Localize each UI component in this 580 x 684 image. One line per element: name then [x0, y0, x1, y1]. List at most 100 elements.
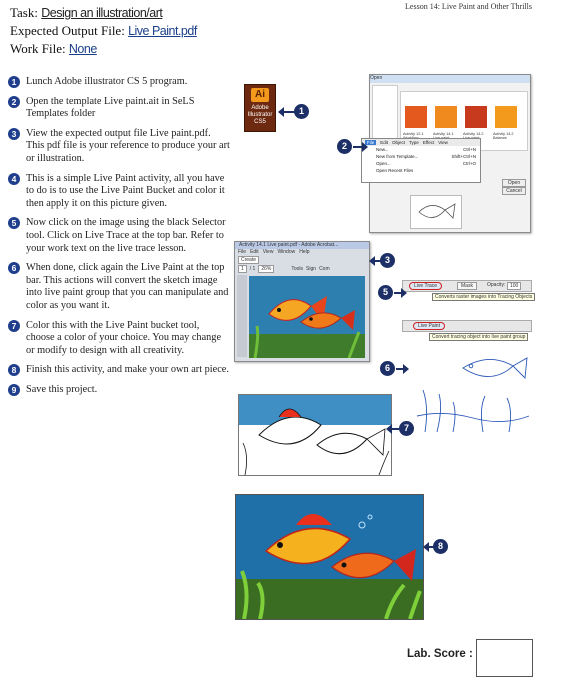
preview-thumbnail [410, 195, 462, 229]
lab-score-label: Lab. Score : [407, 648, 473, 660]
acrobat-toolbar: Create [235, 255, 369, 264]
menu-edit[interactable]: Edit [250, 249, 259, 255]
step-number: 3 [8, 127, 20, 140]
menu-item-shortcut: Ctrl+N [463, 147, 476, 152]
steps-list: 1 Lunch Adobe illustrator CS 5 program. 2… [8, 76, 230, 403]
task-line: Task: Design an illustration/art [10, 4, 197, 22]
step-7: 7 Color this with the Live Paint bucket t… [8, 319, 230, 358]
menu-item-shortcut: Ctrl+O [462, 161, 476, 166]
final-illustration [236, 495, 423, 619]
live-trace-toolbar: Live Trace Mask Opacity: 100 [402, 280, 532, 292]
step-8: 8 Finish this activity, and make your own… [8, 364, 230, 377]
dialog-title: Open [370, 75, 530, 83]
menu-item-open-recent[interactable]: Open Recent Files [372, 167, 480, 174]
menu-window[interactable]: Window [277, 249, 295, 255]
acrobat-nav-toolbar: 1 / 1 26% Tools Sign Com [235, 264, 369, 273]
acrobat-title: Activity 14.1 Live paint.pdf - Adobe Acr… [235, 242, 369, 249]
menu-view[interactable]: View [263, 249, 274, 255]
step-text: Open the template Live paint.ait in SeLS… [26, 95, 195, 120]
tab-tools[interactable]: Tools [291, 266, 303, 272]
step-number: 7 [8, 319, 20, 332]
file-icon[interactable] [435, 106, 457, 128]
file-label: Activity 14.2 Balance [493, 132, 514, 140]
menu-item-new[interactable]: New... Ctrl+N [372, 146, 480, 153]
task-block: Task: Design an illustration/art Expecte… [10, 4, 197, 58]
final-colored-fish-image [235, 494, 424, 620]
expected-output-link[interactable]: Live Paint.pdf [128, 24, 197, 38]
menu-item-label: Open Recent Files [376, 168, 414, 173]
menu-type[interactable]: Type [409, 140, 419, 145]
step-number: 8 [8, 364, 20, 377]
menu-item-label: Open... [376, 161, 391, 166]
menu-help[interactable]: Help [299, 249, 309, 255]
tab-comment[interactable]: Com [319, 266, 330, 272]
mask-button[interactable]: Mask [457, 282, 477, 290]
step-text: Save this project. [26, 383, 98, 395]
menu-object[interactable]: Object [392, 140, 405, 145]
expected-output-line: Expected Output File: Live Paint.pdf [10, 22, 197, 40]
live-paint-button[interactable]: Live Paint [413, 322, 445, 330]
step-text: Lunch Adobe illustrator CS 5 program. [26, 76, 188, 87]
step-2: 2 Open the template Live paint.ait in SeL… [8, 95, 230, 121]
callout-3: 3 [380, 253, 395, 268]
menu-item-open[interactable]: Open... Ctrl+O [372, 160, 480, 167]
step-1: 1 Lunch Adobe illustrator CS 5 program. [8, 76, 230, 89]
callout-8: 8 [433, 539, 448, 554]
partially-colored-fish-image [238, 394, 392, 476]
file-icon[interactable] [465, 106, 487, 128]
live-paint-toolbar: Live Paint [402, 320, 532, 332]
menu-file[interactable]: File [238, 249, 246, 255]
create-button[interactable]: Create [238, 255, 260, 264]
live-paint-sketch [413, 346, 531, 432]
menu-item-new-from-template[interactable]: New from Template... Shift+Ctrl+N [372, 153, 480, 160]
file-icon[interactable] [495, 106, 517, 128]
page-total: / 1 [249, 265, 256, 272]
acrobat-document-view [249, 276, 365, 358]
arrow-icon [353, 142, 368, 152]
step-3: 3 View the expected output file Live pain… [8, 127, 230, 166]
step-number: 6 [8, 262, 20, 275]
callout-6: 6 [380, 361, 395, 376]
menu-effect[interactable]: Effect [423, 140, 434, 145]
ai-caption: Adobe Illustrator CS5 [247, 105, 273, 125]
open-button[interactable]: Open [502, 179, 526, 187]
tab-sign[interactable]: Sign [306, 266, 316, 272]
callout-1: 1 [294, 104, 309, 119]
page-number-field[interactable]: 1 [238, 264, 247, 273]
menu-item-label: New from Template... [376, 154, 419, 159]
step-text: View the expected output file Live paint… [26, 127, 230, 164]
acrobat-side-panel [237, 275, 247, 357]
step-text: Now click on the image using the black S… [26, 217, 226, 254]
expected-output-label: Expected Output File: [10, 23, 125, 38]
menu-item-shortcut: Shift+Ctrl+N [451, 154, 476, 159]
task-value: Design an illustration/art [41, 6, 163, 20]
illustrator-app-icon[interactable]: Ai Adobe Illustrator CS5 [244, 84, 276, 132]
work-file-label: Work File: [10, 41, 66, 56]
step-5: 5 Now click on the image using the black … [8, 217, 230, 255]
partial-color-illustration [239, 395, 391, 475]
step-9: 9 Save this project. [8, 383, 230, 397]
menu-bar: File Edit Object Type Effect View [362, 139, 480, 146]
step-number: 2 [8, 95, 20, 108]
callout-7: 7 [399, 421, 414, 436]
step-text: Color this with the Live Paint bucket to… [26, 319, 222, 356]
callout-2: 2 [337, 139, 352, 154]
menu-edit[interactable]: Edit [380, 140, 388, 145]
menu-item-label: New... [376, 147, 389, 152]
ai-glyph: Ai [251, 88, 269, 102]
zoom-field[interactable]: 26% [258, 264, 275, 273]
arrow-icon [394, 288, 407, 298]
live-trace-button[interactable]: Live Trace [409, 282, 443, 290]
arrow-icon [386, 424, 399, 434]
file-icon[interactable] [405, 106, 427, 128]
step-number: 1 [8, 76, 20, 88]
opacity-label: Opacity: [487, 282, 506, 288]
step-4: 4 This is a simple Live Paint activity, a… [8, 172, 230, 211]
step-number: 5 [8, 217, 20, 230]
lab-score-box[interactable] [476, 639, 533, 677]
menu-view[interactable]: View [438, 140, 448, 145]
cancel-button[interactable]: Cancel [502, 187, 526, 195]
opacity-field[interactable]: 100 [507, 282, 522, 290]
fish-illustration [249, 276, 365, 358]
step-text: This is a simple Live Paint activity, al… [26, 172, 225, 209]
